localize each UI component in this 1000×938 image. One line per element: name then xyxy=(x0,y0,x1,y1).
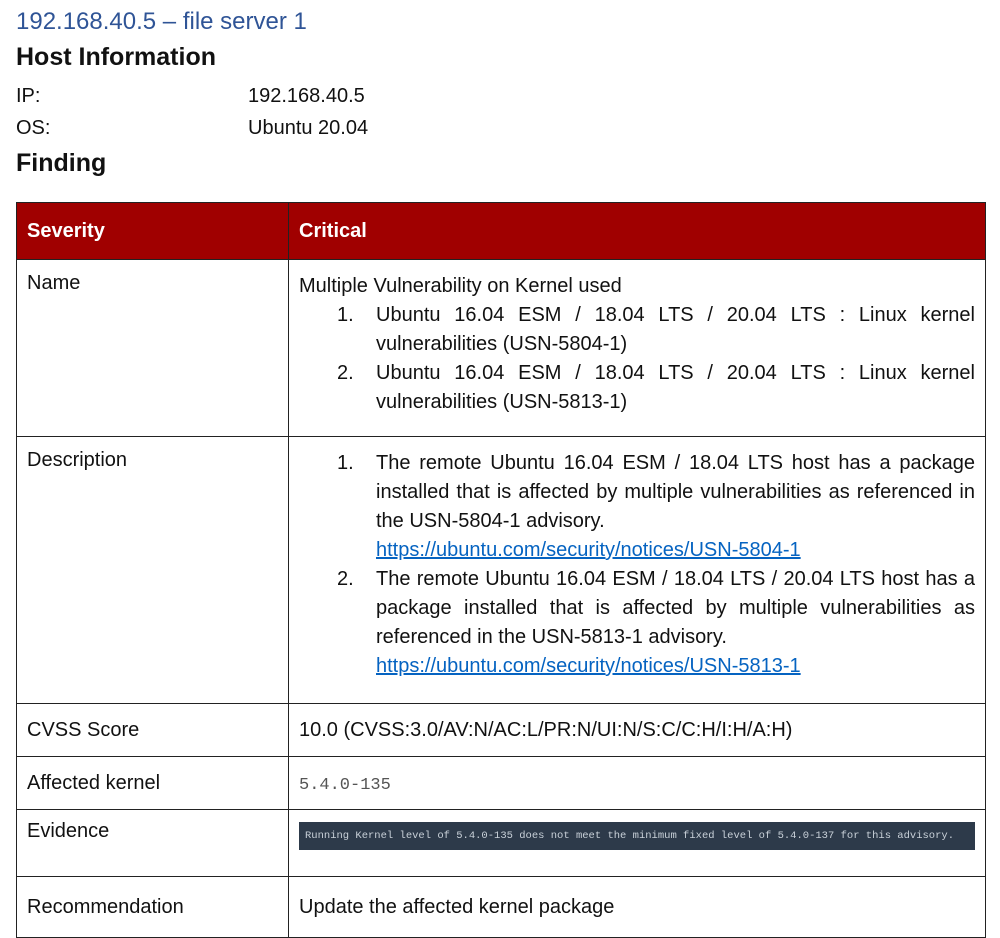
document-page: 192.168.40.5 – file server 1 Host Inform… xyxy=(16,0,986,938)
recommendation-label: Recommendation xyxy=(16,876,289,938)
name-list: 1. Ubuntu 16.04 ESM / 18.04 LTS / 20.04 … xyxy=(299,301,975,417)
host-os-row: OS: Ubuntu 20.04 xyxy=(16,112,986,144)
os-label: OS: xyxy=(16,117,51,139)
list-text: Ubuntu 16.04 ESM / 18.04 LTS / 20.04 LTS… xyxy=(376,304,975,355)
list-item: 2. Ubuntu 16.04 ESM / 18.04 LTS / 20.04 … xyxy=(333,359,975,417)
ip-label: IP: xyxy=(16,85,41,107)
name-label: Name xyxy=(16,259,289,437)
recommendation-row: Recommendation Update the affected kerne… xyxy=(16,876,986,938)
severity-row: Severity Critical xyxy=(16,202,986,260)
host-information-heading: Host Information xyxy=(16,43,216,71)
name-cell: Multiple Vulnerability on Kernel used 1.… xyxy=(288,259,986,437)
list-item: 1. The remote Ubuntu 16.04 ESM / 18.04 L… xyxy=(333,449,975,565)
list-item: 2. The remote Ubuntu 16.04 ESM / 18.04 L… xyxy=(333,565,975,681)
advisory-link[interactable]: https://ubuntu.com/security/notices/USN-… xyxy=(376,539,801,561)
finding-table: Severity Critical Name Multiple Vulnerab… xyxy=(16,202,986,938)
kernel-row: Affected kernel 5.4.0-135 xyxy=(16,756,986,810)
evidence-row: Evidence Running Kernel level of 5.4.0-1… xyxy=(16,809,986,877)
document-title: 192.168.40.5 – file server 1 xyxy=(16,8,307,35)
list-item: 1. Ubuntu 16.04 ESM / 18.04 LTS / 20.04 … xyxy=(333,301,975,359)
list-text: The remote Ubuntu 16.04 ESM / 18.04 LTS … xyxy=(376,568,975,648)
recommendation-value: Update the affected kernel package xyxy=(288,876,986,938)
host-ip-row: IP: 192.168.40.5 xyxy=(16,80,986,112)
evidence-label: Evidence xyxy=(16,809,289,877)
list-number: 2. xyxy=(337,362,354,384)
kernel-label: Affected kernel xyxy=(16,756,289,810)
cvss-row: CVSS Score 10.0 (CVSS:3.0/AV:N/AC:L/PR:N… xyxy=(16,703,986,757)
description-list: 1. The remote Ubuntu 16.04 ESM / 18.04 L… xyxy=(299,449,975,681)
evidence-cell: Running Kernel level of 5.4.0-135 does n… xyxy=(288,809,986,877)
kernel-cell: 5.4.0-135 xyxy=(288,756,986,810)
description-label: Description xyxy=(16,436,289,704)
cvss-value: 10.0 (CVSS:3.0/AV:N/AC:L/PR:N/UI:N/S:C/C… xyxy=(288,703,986,757)
list-number: 1. xyxy=(337,452,354,474)
kernel-value: 5.4.0-135 xyxy=(299,775,391,795)
advisory-link[interactable]: https://ubuntu.com/security/notices/USN-… xyxy=(376,655,801,677)
severity-label: Severity xyxy=(16,202,289,260)
severity-value: Critical xyxy=(288,202,986,260)
os-value: Ubuntu 20.04 xyxy=(248,117,369,139)
description-cell: 1. The remote Ubuntu 16.04 ESM / 18.04 L… xyxy=(288,436,986,704)
list-text: The remote Ubuntu 16.04 ESM / 18.04 LTS … xyxy=(376,452,975,532)
list-text: Ubuntu 16.04 ESM / 18.04 LTS / 20.04 LTS… xyxy=(376,362,975,413)
finding-heading: Finding xyxy=(16,149,107,177)
evidence-terminal-output: Running Kernel level of 5.4.0-135 does n… xyxy=(299,822,975,850)
name-intro: Multiple Vulnerability on Kernel used xyxy=(299,275,622,297)
name-row: Name Multiple Vulnerability on Kernel us… xyxy=(16,259,986,437)
list-number: 2. xyxy=(337,568,354,590)
cvss-label: CVSS Score xyxy=(16,703,289,757)
ip-value: 192.168.40.5 xyxy=(248,85,365,107)
list-number: 1. xyxy=(337,304,354,326)
description-row: Description 1. The remote Ubuntu 16.04 E… xyxy=(16,436,986,704)
